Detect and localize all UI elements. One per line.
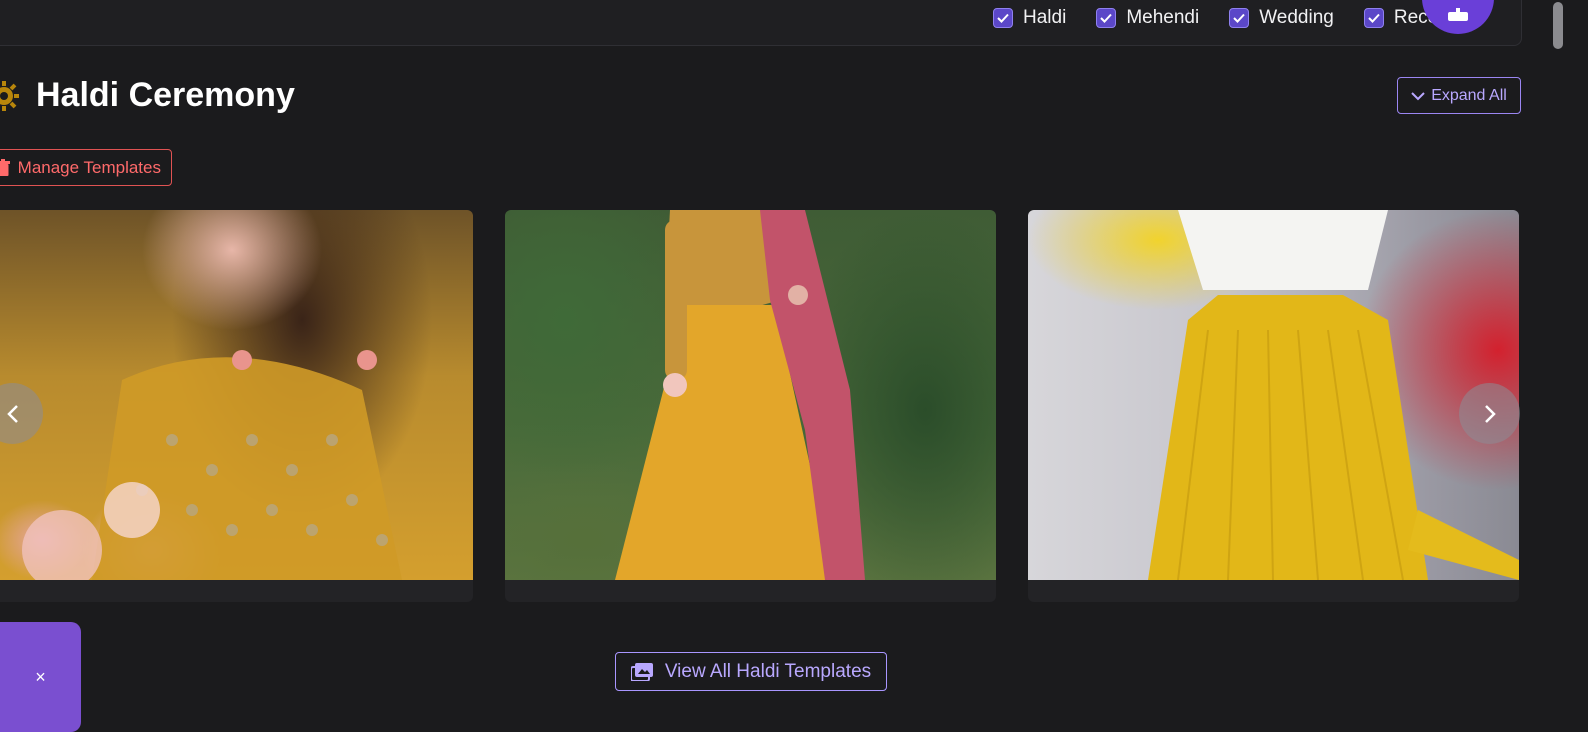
chevron-left-icon [6, 404, 18, 423]
checkbox-wedding[interactable] [1229, 8, 1250, 28]
carousel-next-button[interactable] [1459, 383, 1520, 444]
template-image [1028, 210, 1519, 580]
filter-haldi[interactable]: Haldi [993, 7, 1066, 29]
close-icon[interactable]: × [35, 667, 46, 688]
cake-icon [1448, 8, 1468, 21]
floating-panel: × [0, 622, 81, 732]
scrollbar-track[interactable] [1549, 0, 1588, 722]
manage-templates-button[interactable]: Manage Templates [0, 149, 172, 186]
filter-wedding[interactable]: Wedding [1229, 7, 1334, 29]
chevron-down-icon [1411, 91, 1425, 100]
check-icon [1233, 13, 1245, 23]
check-icon [997, 13, 1009, 23]
filter-mehendi[interactable]: Mehendi [1096, 7, 1199, 29]
template-card[interactable] [505, 210, 996, 602]
images-icon [630, 662, 653, 681]
template-image [0, 210, 473, 580]
section-title: Haldi Ceremony [36, 76, 295, 114]
event-filters: Haldi Mehendi Wedding Reception [993, 7, 1479, 29]
template-image [505, 210, 996, 580]
view-all-label: View All Haldi Templates [664, 660, 872, 682]
manage-templates-label: Manage Templates [17, 157, 161, 177]
check-icon [1368, 13, 1380, 23]
checkbox-mehendi[interactable] [1096, 8, 1117, 28]
template-card[interactable] [0, 210, 473, 602]
filter-label: Wedding [1259, 7, 1334, 28]
filter-label: Haldi [1023, 7, 1067, 28]
chevron-right-icon [1484, 404, 1496, 423]
template-image-art [1148, 210, 1519, 580]
expand-all-button[interactable]: Expand All [1397, 77, 1521, 114]
expand-all-label: Expand All [1431, 86, 1507, 104]
template-image-art [615, 210, 865, 580]
checkbox-haldi[interactable] [993, 8, 1013, 28]
template-image-art [22, 350, 402, 580]
check-icon [1100, 13, 1113, 23]
scrollbar-thumb[interactable] [1553, 2, 1563, 49]
checkbox-reception[interactable] [1363, 8, 1384, 28]
trash-icon [0, 159, 10, 176]
filter-label: Mehendi [1126, 7, 1200, 28]
sun-icon [0, 81, 19, 111]
template-card[interactable] [1028, 210, 1519, 602]
view-all-templates-button[interactable]: View All Haldi Templates [615, 652, 887, 691]
